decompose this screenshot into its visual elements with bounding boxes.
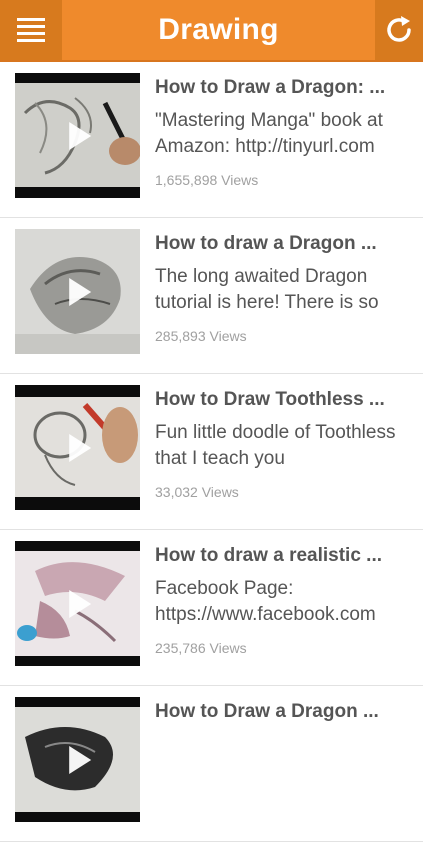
list-item[interactable]: How to draw a Dragon ... The long awaite… (0, 218, 423, 374)
video-thumbnail[interactable] (15, 229, 140, 354)
view-count: 1,655,898 Views (155, 172, 259, 188)
view-count: 285,893 Views (155, 328, 247, 344)
video-title[interactable]: How to draw a realistic ... (155, 544, 417, 568)
list-item[interactable]: How to Draw Toothless ... Fun little doo… (0, 374, 423, 530)
video-title[interactable]: How to Draw a Dragon: ... (155, 76, 417, 100)
video-description: Fun little doodle of Toothless that I te… (155, 422, 396, 469)
video-description: "Mastering Manga" book at Amazon: http:/… (155, 110, 383, 157)
list-item[interactable]: How to Draw a Dragon: ... "Mastering Man… (0, 62, 423, 218)
video-thumbnail[interactable] (15, 73, 140, 198)
play-icon (68, 589, 91, 618)
video-description (155, 732, 417, 784)
hamburger-menu-icon (17, 18, 45, 42)
view-count: 235,786 Views (155, 640, 247, 656)
refresh-icon (387, 16, 411, 42)
video-title[interactable]: How to Draw Toothless ... (155, 388, 417, 412)
video-thumbnail[interactable] (15, 541, 140, 666)
page-title: Drawing (158, 13, 279, 46)
video-title[interactable]: How to Draw a Dragon ... (155, 700, 417, 724)
video-thumbnail[interactable] (15, 697, 140, 822)
play-icon (68, 121, 91, 150)
video-description: Facebook Page: https://www.facebook.com (155, 578, 376, 625)
list-item[interactable]: How to Draw a Dragon ... (0, 686, 423, 842)
play-icon (68, 277, 91, 306)
video-title[interactable]: How to draw a Dragon ... (155, 232, 417, 256)
menu-button[interactable] (0, 0, 62, 60)
video-description: The long awaited Dragon tutorial is here… (155, 266, 379, 313)
refresh-button[interactable] (375, 0, 423, 60)
app-header: Drawing (0, 0, 423, 62)
play-icon (68, 433, 91, 462)
list-item[interactable]: How to draw a realistic ... Facebook Pag… (0, 530, 423, 686)
video-thumbnail[interactable] (15, 385, 140, 510)
view-count: 33,032 Views (155, 484, 239, 500)
video-list: How to Draw a Dragon: ... "Mastering Man… (0, 62, 423, 842)
